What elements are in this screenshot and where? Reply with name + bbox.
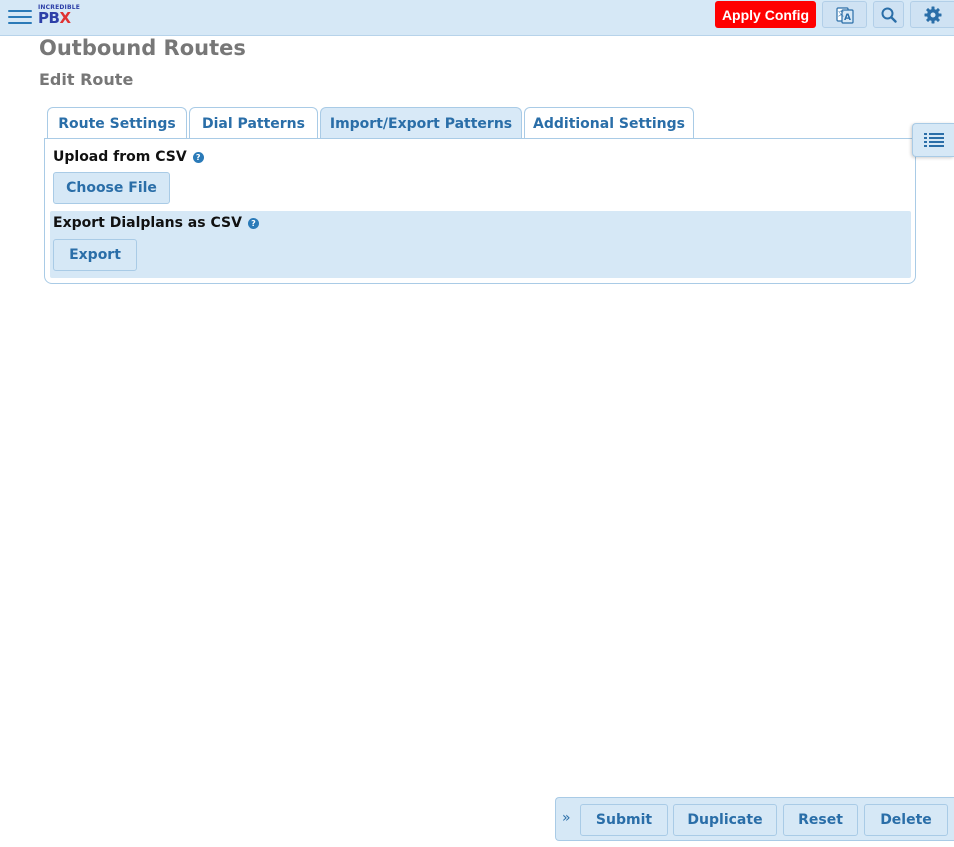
export-button[interactable]: Export: [53, 239, 137, 271]
delete-button[interactable]: Delete: [864, 804, 948, 836]
tab-import-export-patterns[interactable]: Import/Export Patterns: [320, 107, 522, 139]
submit-button[interactable]: Submit: [580, 804, 668, 836]
import-export-panel: Upload from CSV ? Choose File Export Dia…: [44, 138, 916, 284]
menu-icon[interactable]: [8, 6, 32, 26]
translate-icon: A 文: [835, 6, 854, 24]
action-bar: » Submit Duplicate Reset Delete: [555, 797, 954, 841]
upload-csv-label: Upload from CSV ?: [53, 149, 204, 165]
tab-route-settings[interactable]: Route Settings: [47, 107, 187, 139]
upload-csv-label-text: Upload from CSV: [53, 149, 187, 165]
choose-file-button[interactable]: Choose File: [53, 172, 170, 204]
page-subtitle: Edit Route: [39, 70, 134, 89]
duplicate-button[interactable]: Duplicate: [673, 804, 777, 836]
svg-text:A: A: [844, 13, 851, 23]
logo-x: X: [59, 9, 71, 27]
side-nav-toggle[interactable]: [912, 123, 954, 157]
logo-big-text: PBX: [38, 11, 78, 26]
reset-button[interactable]: Reset: [783, 804, 858, 836]
page-title: Outbound Routes: [39, 36, 246, 60]
logo-pb: PB: [38, 9, 60, 27]
svg-text:文: 文: [837, 10, 843, 18]
help-icon[interactable]: ?: [192, 151, 204, 163]
tab-dial-patterns[interactable]: Dial Patterns: [189, 107, 318, 139]
settings-button[interactable]: [910, 1, 954, 28]
top-navbar: INCREDIBLE PBX Apply Config A 文: [0, 0, 954, 36]
gear-icon: [924, 6, 941, 23]
language-button[interactable]: A 文: [822, 1, 867, 28]
collapse-icon[interactable]: »: [562, 810, 571, 826]
apply-config-button[interactable]: Apply Config: [715, 1, 816, 28]
export-csv-label-text: Export Dialplans as CSV: [53, 215, 242, 231]
export-csv-label: Export Dialplans as CSV ?: [53, 215, 259, 231]
tab-additional-settings[interactable]: Additional Settings: [524, 107, 694, 139]
list-icon: [923, 133, 944, 147]
search-icon: [881, 7, 897, 23]
search-button[interactable]: [873, 1, 904, 28]
logo[interactable]: INCREDIBLE PBX: [38, 4, 80, 26]
export-section: Export Dialplans as CSV ? Export: [50, 211, 911, 278]
help-icon[interactable]: ?: [247, 217, 259, 229]
